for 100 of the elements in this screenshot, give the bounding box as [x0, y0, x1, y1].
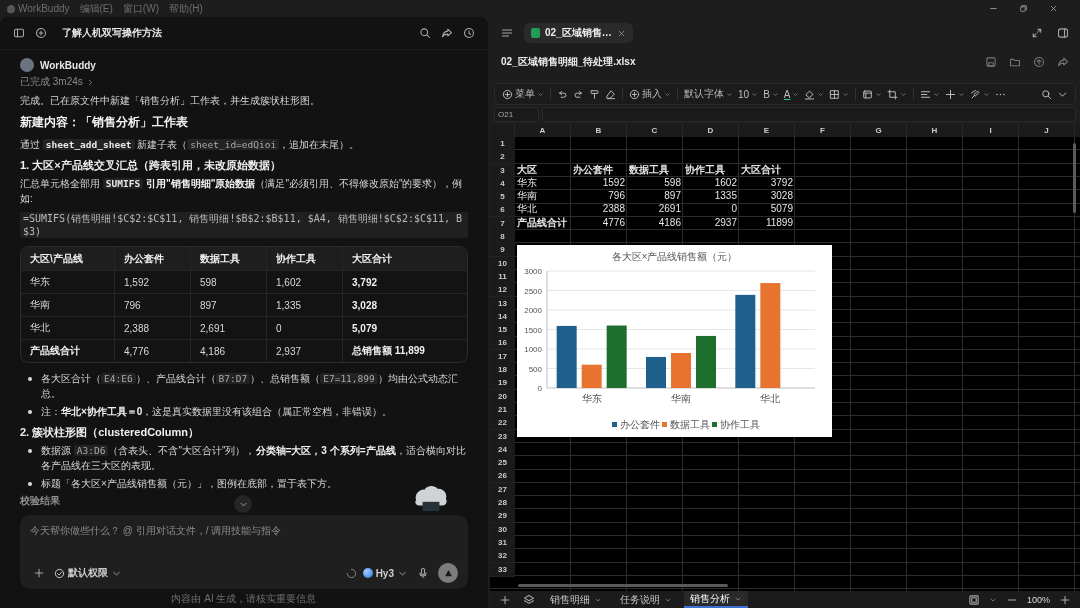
borders-icon	[829, 88, 841, 100]
chat-title: 了解人机双写操作方法	[62, 26, 162, 40]
row-number[interactable]: 6	[490, 203, 515, 218]
sender-name: WorkBuddy	[40, 59, 96, 71]
sheet-cell[interactable]: 2388	[571, 203, 627, 218]
sheet-cell[interactable]: 协作工具	[683, 163, 739, 178]
font-dropdown[interactable]: 默认字体	[683, 85, 734, 103]
row-number[interactable]: 29	[490, 509, 515, 524]
row-number[interactable]: 18	[490, 363, 515, 378]
sheet-cell[interactable]: 5079	[739, 203, 795, 218]
microphone-icon	[417, 567, 429, 579]
avatar	[20, 58, 34, 72]
sheet-cell[interactable]: 2937	[683, 216, 739, 231]
sheet-cell[interactable]: 华东	[515, 176, 571, 191]
format-painter-icon	[589, 88, 600, 100]
check-circle-icon	[54, 567, 65, 579]
row-number[interactable]: 25	[490, 456, 515, 471]
search-icon	[1041, 88, 1052, 100]
row-number[interactable]: 15	[490, 323, 515, 338]
sheet-tab[interactable]: 销售明细	[544, 591, 608, 608]
table-header-cell-text: 大区\产品线	[29, 251, 84, 266]
add-sheet-icon	[499, 593, 511, 606]
sheet-cell[interactable]: 4776	[571, 216, 627, 231]
sheet-cell[interactable]: 办公套件	[571, 163, 627, 178]
legend-item: 办公套件	[612, 419, 660, 430]
subsection-heading: 1. 大区×产品线交叉汇总（跨表引用，未改原始数据）	[20, 158, 282, 173]
model-dropdown[interactable]: Hy3	[362, 564, 408, 582]
name-box[interactable]: O21	[494, 107, 539, 122]
table-cell: 1,602	[266, 271, 342, 293]
sheet-cell[interactable]: 大区合计	[739, 163, 795, 178]
sheet-cell[interactable]: 1592	[571, 176, 627, 191]
row-number[interactable]: 32	[490, 549, 515, 564]
sheet-cell[interactable]: 0	[683, 203, 739, 218]
sheet-cell[interactable]: 产品线合计	[515, 216, 571, 231]
table-cell-text: 产品线合计	[29, 344, 81, 358]
insert-button[interactable]: 插入	[628, 85, 672, 103]
plus-icon	[945, 88, 957, 100]
table-cell: 5,079	[342, 317, 467, 339]
send-button[interactable]	[438, 563, 458, 583]
caret-icon	[817, 90, 825, 98]
caret-icon	[842, 90, 850, 98]
sheet-cell[interactable]: 796	[571, 190, 627, 205]
paragraph: 完成。已在原文件中新建「销售分析」工作表，并生成簇状柱形图。	[20, 94, 321, 108]
row-number[interactable]: 8	[490, 230, 515, 245]
bold-button[interactable]: B	[762, 85, 780, 103]
sheet-cell[interactable]: 3792	[739, 176, 795, 191]
sheet-cell[interactable]: 华南	[515, 190, 571, 205]
row-number[interactable]: 22	[490, 416, 515, 431]
sheet-cell[interactable]: 3028	[739, 190, 795, 205]
table-cell: 0	[266, 317, 342, 339]
table-cell: 4,186	[190, 340, 266, 362]
menu-button[interactable]: 菜单	[501, 85, 545, 103]
status-link[interactable]: 已完成 3m24s	[20, 74, 95, 90]
caret-icon	[664, 90, 671, 98]
sheet-cell[interactable]: 华北	[515, 203, 571, 218]
chart-background[interactable]: 各大区×产品线销售额（元） 0 500 1000 1500 2000 2500 3000 华东 华南 华北 办公套件 数据工具 协作工具	[517, 245, 832, 437]
row-number[interactable]: 16	[490, 336, 515, 351]
row-number[interactable]: 12	[490, 283, 515, 298]
row-number[interactable]: 28	[490, 496, 515, 510]
font-size-dropdown[interactable]: 10	[737, 85, 760, 103]
sheet-cell[interactable]: 897	[627, 190, 683, 205]
disclaimer-text: 内容由 AI 生成，请核实重要信息	[170, 592, 318, 606]
axis-label: 华北	[760, 393, 781, 404]
sheet-cell[interactable]: 大区	[515, 163, 571, 178]
row-number[interactable]: 26	[490, 469, 515, 484]
sheet-tab[interactable]: 销售分析	[684, 591, 748, 608]
caret-icon	[537, 90, 544, 98]
send-icon	[442, 567, 454, 579]
row-number[interactable]: 9	[490, 243, 515, 258]
scroll-down-button[interactable]	[234, 495, 252, 513]
message-input[interactable]: 今天帮你做些什么？ @ 引用对话文件，/ 调用技能与指令	[30, 523, 458, 537]
sheet-cell[interactable]: 11899	[739, 216, 795, 231]
zoom-level: 100%	[1026, 594, 1050, 605]
caret-icon	[875, 90, 883, 98]
sheet-tab[interactable]: 任务说明	[614, 591, 678, 608]
sheet-cell[interactable]: 数据工具	[627, 163, 683, 178]
permission-dropdown[interactable]: 默认权限	[54, 564, 122, 582]
row-number[interactable]: 5	[490, 190, 515, 205]
sheet-cell[interactable]: 1335	[683, 190, 739, 205]
layout-icon	[862, 88, 874, 100]
bullet-icon	[28, 410, 32, 414]
axis-label: 1000	[524, 345, 542, 354]
sheet-cell[interactable]: 598	[627, 176, 683, 191]
scrollbar[interactable]	[1073, 143, 1076, 213]
row-number[interactable]: 19	[490, 376, 515, 391]
app-name: WorkBuddy	[18, 3, 70, 14]
loading-icon	[345, 567, 357, 579]
brush-icon	[970, 88, 982, 100]
row-number[interactable]: 2	[490, 150, 515, 165]
axis-label: 2500	[524, 286, 542, 296]
bullet-icon	[28, 482, 32, 486]
scrollbar[interactable]	[518, 584, 728, 587]
caret-icon	[983, 90, 991, 98]
caret-icon	[958, 90, 966, 98]
sheet-cell[interactable]: 4186	[627, 216, 683, 231]
row-number[interactable]: 1	[490, 137, 515, 151]
font-color-button[interactable]: A	[782, 85, 801, 103]
sheet-cell[interactable]: 2691	[627, 203, 683, 218]
file-tab[interactable]: 02_区域销售…	[524, 23, 633, 43]
sheet-cell[interactable]: 1602	[683, 176, 739, 191]
